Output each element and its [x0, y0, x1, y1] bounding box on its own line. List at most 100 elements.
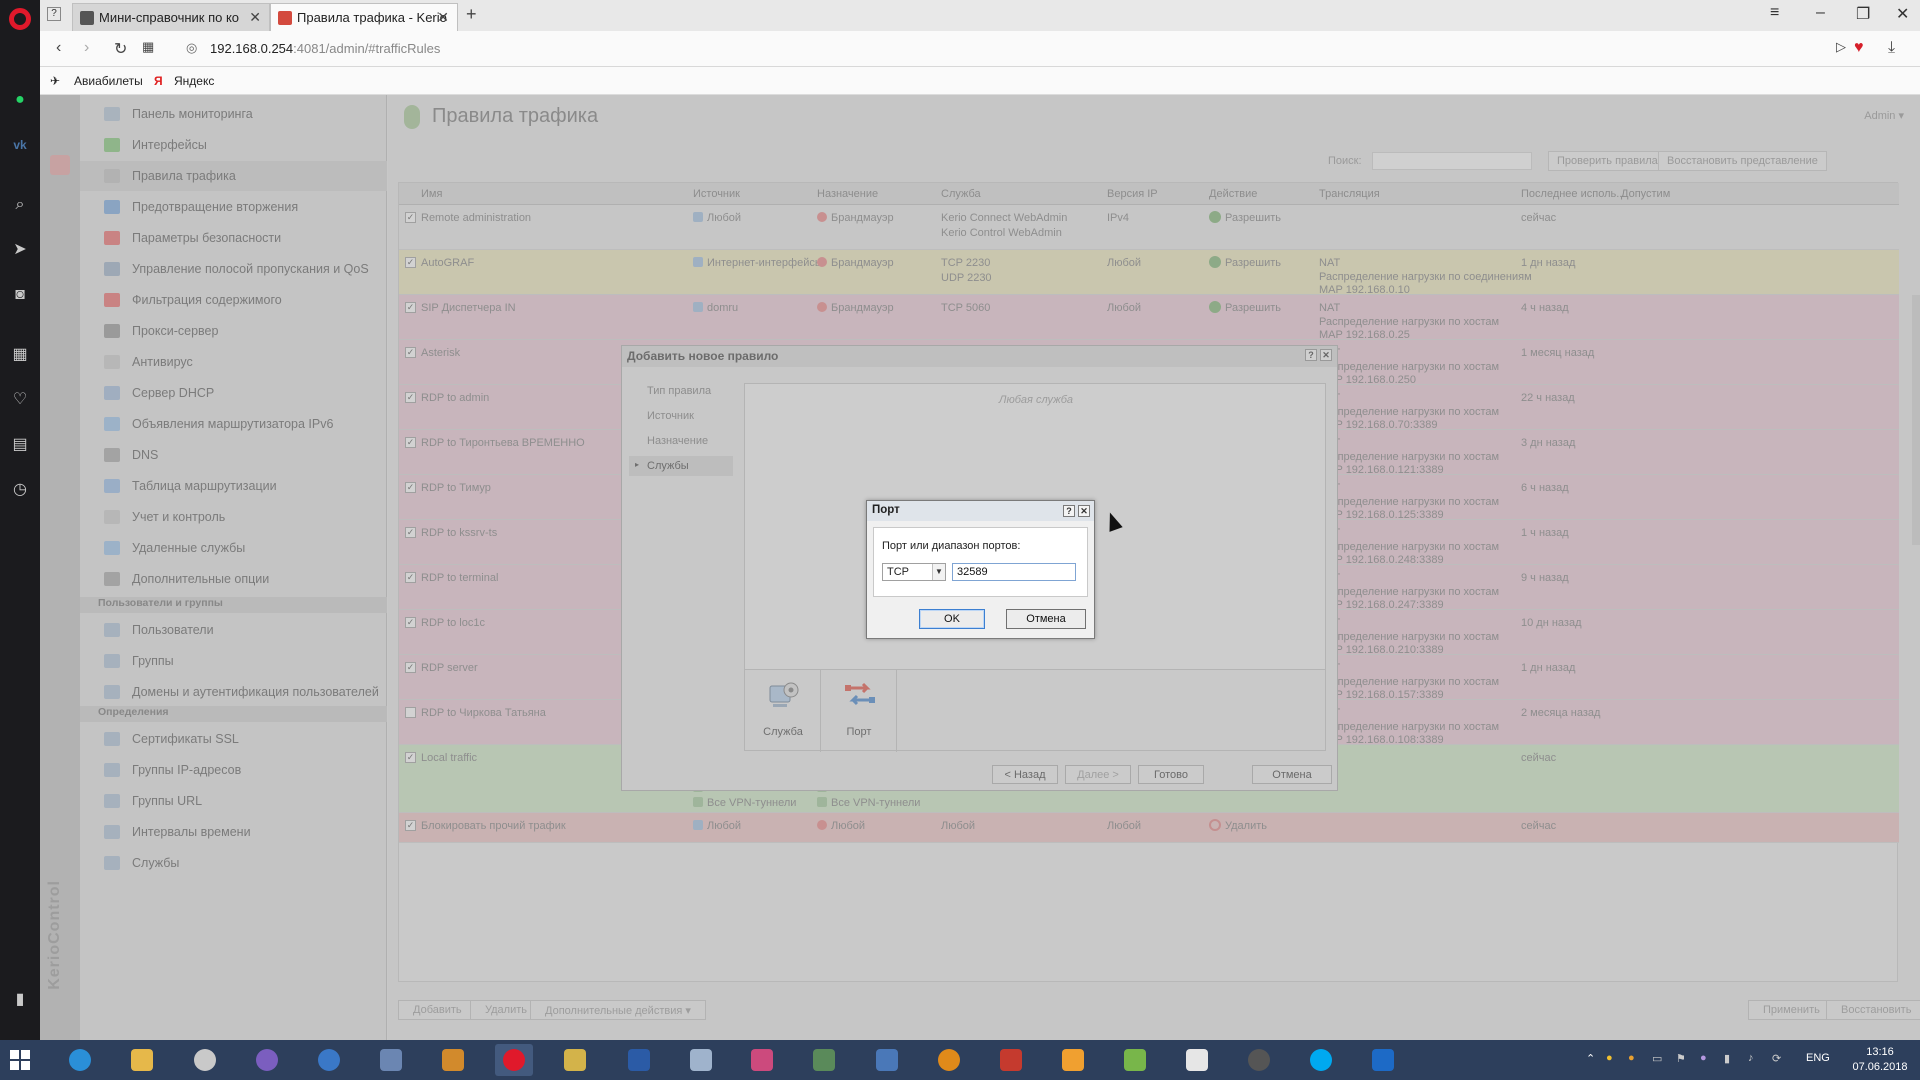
- docs-icon[interactable]: [682, 1044, 720, 1076]
- rule-row[interactable]: ✓ AutoGRAF Интернет-интерфейсы Брандмауэр TC…: [399, 250, 1899, 296]
- next-button[interactable]: Далее >: [1065, 765, 1131, 784]
- column-header-4[interactable]: Версия IP: [1107, 188, 1158, 200]
- apply-button[interactable]: Применить: [1748, 1000, 1835, 1020]
- protocol-select[interactable]: TCP ▼: [882, 563, 946, 581]
- ie-icon[interactable]: [61, 1044, 99, 1076]
- nav-users-item-2[interactable]: Домены и аутентификация пользователей: [80, 677, 387, 707]
- nav-item-15[interactable]: Дополнительные опции: [80, 564, 387, 594]
- maximize-icon[interactable]: ❐: [1856, 4, 1870, 24]
- rule-enabled-checkbox[interactable]: ✓: [405, 302, 416, 313]
- column-header-8[interactable]: Допустим: [1621, 188, 1670, 200]
- back-icon[interactable]: ‹: [56, 39, 61, 57]
- nav-item-3[interactable]: Предотвращение вторжения: [80, 192, 387, 222]
- nav-item-0[interactable]: Панель мониторинга: [80, 99, 387, 129]
- nav-item-9[interactable]: Сервер DHCP: [80, 378, 387, 408]
- explorer-icon[interactable]: [123, 1044, 161, 1076]
- monitor-icon[interactable]: [743, 1044, 781, 1076]
- phone-icon[interactable]: [310, 1044, 348, 1076]
- wizard-cancel-button[interactable]: Отмена: [1252, 765, 1332, 784]
- grid-scrollbar[interactable]: [1912, 295, 1920, 545]
- bookmark-avia[interactable]: Авиабилеты: [74, 74, 143, 88]
- opera-logo-icon[interactable]: [9, 8, 31, 30]
- nox-icon[interactable]: [1240, 1044, 1278, 1076]
- column-header-7[interactable]: Последнее исполь...: [1521, 188, 1625, 200]
- manager-icon[interactable]: [805, 1044, 843, 1076]
- project-icon[interactable]: [434, 1044, 472, 1076]
- help-icon[interactable]: ?: [1305, 349, 1317, 361]
- nav-item-2[interactable]: Правила трафика: [80, 161, 387, 191]
- video-icon[interactable]: [1178, 1044, 1216, 1076]
- tray-network-icon[interactable]: ▭: [1652, 1052, 1662, 1065]
- minimize-icon[interactable]: –: [1816, 4, 1825, 22]
- nav-item-4[interactable]: Параметры безопасности: [80, 223, 387, 253]
- pdf-icon[interactable]: [992, 1044, 1030, 1076]
- nav-item-10[interactable]: Объявления маршрутизатора IPv6: [80, 409, 387, 439]
- reload-icon[interactable]: ↻: [114, 39, 127, 59]
- opera-taskbar-icon[interactable]: [495, 1044, 533, 1076]
- rule-enabled-checkbox[interactable]: ✓: [405, 392, 416, 403]
- nav-item-11[interactable]: DNS: [80, 440, 387, 470]
- site-info-icon[interactable]: ◎: [186, 40, 197, 56]
- admin-menu[interactable]: Admin ▾: [1864, 109, 1904, 122]
- rule-enabled-checkbox[interactable]: ✓: [405, 527, 416, 538]
- check-rules-button[interactable]: Проверить правила: [1548, 151, 1667, 171]
- chevron-down-icon[interactable]: ▼: [932, 564, 945, 580]
- search-input[interactable]: [1372, 152, 1532, 170]
- heart-icon[interactable]: ♡: [10, 390, 30, 410]
- rule-enabled-checkbox[interactable]: ✓: [405, 617, 416, 628]
- tray-sync-icon[interactable]: ⟳: [1772, 1052, 1781, 1065]
- step-destination[interactable]: Назначение: [629, 431, 733, 451]
- nav-defs-item-2[interactable]: Группы URL: [80, 786, 387, 816]
- rdp-icon[interactable]: [868, 1044, 906, 1076]
- more-actions-button[interactable]: Дополнительные действия ▾: [530, 1000, 706, 1020]
- tray-app-icon[interactable]: ●: [1606, 1052, 1613, 1064]
- app-icon[interactable]: [186, 1044, 224, 1076]
- tray-arrow-icon[interactable]: ⌃: [1586, 1052, 1595, 1065]
- rule-enabled-checkbox[interactable]: ✓: [405, 257, 416, 268]
- rule-enabled-checkbox[interactable]: ✓: [405, 820, 416, 831]
- column-header-1[interactable]: Источник: [693, 188, 740, 200]
- vmware-icon[interactable]: [1116, 1044, 1154, 1076]
- nav-defs-item-0[interactable]: Сертификаты SSL: [80, 724, 387, 754]
- close-icon[interactable]: ✕: [1320, 349, 1332, 361]
- nav-item-8[interactable]: Антивирус: [80, 347, 387, 377]
- tray-battery-icon[interactable]: ▮: [1724, 1052, 1730, 1065]
- url-field[interactable]: ◎ 192.168.0.254:4081/admin/#trafficRules: [178, 37, 1838, 61]
- column-header-0[interactable]: Имя: [421, 188, 442, 200]
- help-icon[interactable]: ?: [1063, 505, 1075, 517]
- revert-button[interactable]: Восстановить: [1826, 1000, 1920, 1020]
- forward-icon[interactable]: ›: [84, 39, 89, 57]
- restore-view-button[interactable]: Восстановить представление: [1658, 151, 1827, 171]
- whatsapp-icon[interactable]: ●: [10, 90, 30, 110]
- column-header-2[interactable]: Назначение: [817, 188, 878, 200]
- nav-defs-item-1[interactable]: Группы IP-адресов: [80, 755, 387, 785]
- rule-enabled-checkbox[interactable]: ✓: [405, 482, 416, 493]
- favorite-heart-icon[interactable]: ♥: [1854, 39, 1864, 57]
- tabs-grid-icon[interactable]: ▦: [142, 39, 154, 55]
- add-port-tool[interactable]: Порт: [821, 670, 897, 752]
- close-icon[interactable]: ✕: [249, 9, 261, 26]
- nav-users-item-1[interactable]: Группы: [80, 646, 387, 676]
- folder-tools-icon[interactable]: [556, 1044, 594, 1076]
- column-header-5[interactable]: Действие: [1209, 188, 1257, 200]
- news-icon[interactable]: ▤: [10, 435, 30, 455]
- nav-item-6[interactable]: Фильтрация содержимого: [80, 285, 387, 315]
- tab-menu-icon[interactable]: ≡: [1770, 4, 1779, 22]
- new-tab-icon[interactable]: +: [466, 4, 477, 25]
- nav-defs-item-3[interactable]: Интервалы времени: [80, 817, 387, 847]
- close-icon[interactable]: ✕: [1078, 505, 1090, 517]
- download-icon[interactable]: ⤓: [1888, 39, 1895, 57]
- search-icon[interactable]: ⌕: [10, 195, 30, 215]
- rule-enabled-checkbox[interactable]: ✓: [405, 752, 416, 763]
- rule-enabled-checkbox[interactable]: ✓: [405, 662, 416, 673]
- step-services[interactable]: ▸ Службы: [629, 456, 733, 476]
- cancel-button[interactable]: Отмена: [1006, 609, 1086, 629]
- column-header-6[interactable]: Трансляция: [1319, 188, 1380, 200]
- port-input[interactable]: [952, 563, 1076, 581]
- add-service-tool[interactable]: Служба: [745, 670, 821, 752]
- nav-item-7[interactable]: Прокси-сервер: [80, 316, 387, 346]
- add-button[interactable]: Добавить: [398, 1000, 477, 1020]
- tray-app2-icon[interactable]: ●: [1628, 1052, 1635, 1064]
- send-icon[interactable]: ➤: [10, 240, 30, 260]
- rule-enabled-checkbox[interactable]: ✓: [405, 347, 416, 358]
